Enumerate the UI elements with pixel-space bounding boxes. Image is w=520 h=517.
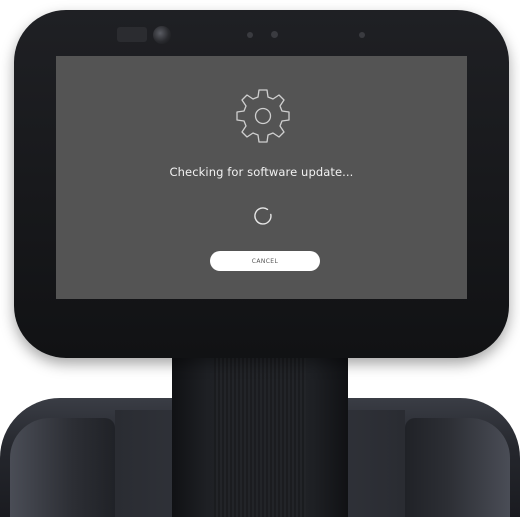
camera-module: [117, 27, 147, 42]
sensor-dot: [359, 32, 365, 38]
gear-icon: [236, 89, 290, 143]
camera-lens-icon: [153, 26, 171, 44]
robot-base-right-panel: [405, 418, 510, 517]
update-status-text: Checking for software update...: [169, 165, 354, 179]
sensor-dot: [271, 31, 278, 38]
spinner-icon: [254, 207, 272, 225]
cancel-button[interactable]: CANCEL: [210, 251, 320, 271]
robot-neck-strip: [214, 340, 306, 517]
robot-base-left-panel: [10, 418, 115, 517]
sensor-dot: [247, 32, 253, 38]
